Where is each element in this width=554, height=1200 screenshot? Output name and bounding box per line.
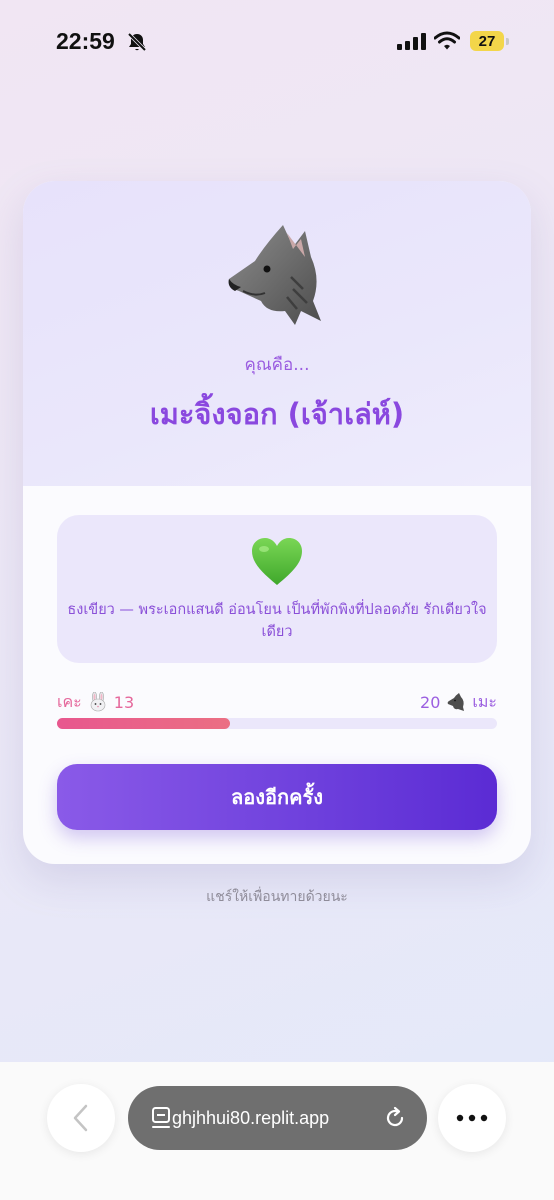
score-uke-label: เคะ — [57, 691, 82, 711]
tabs-icon[interactable] — [150, 1106, 174, 1130]
reload-icon[interactable] — [383, 1106, 407, 1130]
score-uke-value: 13 — [113, 692, 135, 712]
score-progress-fill — [57, 718, 231, 729]
result-intro: คุณคือ... — [244, 355, 310, 375]
browser-toolbar: ghjhhui80.replit.app — [0, 1062, 554, 1200]
more-icon — [456, 1114, 488, 1122]
wifi-icon — [434, 31, 460, 50]
green-heart-icon — [252, 538, 302, 585]
wolf-icon — [228, 225, 321, 325]
share-hint: แชร์ให้เพื่อนทายด้วยนะ — [206, 889, 348, 905]
result-card: คุณคือ... เมะจิ้งจอก (เจ้าเล่ห์) ธงเขียว… — [23, 181, 531, 864]
retry-button[interactable]: ลองอีกครั้ง — [57, 764, 497, 830]
horse-icon — [448, 693, 465, 711]
status-time: 22:59 — [56, 28, 115, 54]
address-bar[interactable]: ghjhhui80.replit.app — [128, 1086, 427, 1150]
score-progress-track — [57, 718, 497, 729]
score-seme-value: 20 — [420, 692, 441, 712]
url-text: ghjhhui80.replit.app — [172, 1108, 330, 1128]
back-button[interactable] — [47, 1084, 115, 1152]
result-title: เมะจิ้งจอก (เจ้าเล่ห์) — [149, 397, 405, 431]
status-bar: 22:59 27 — [0, 0, 554, 84]
score-seme-label: เมะ — [472, 691, 497, 711]
more-button[interactable] — [438, 1084, 506, 1152]
back-chevron-icon — [73, 1104, 88, 1132]
battery-icon: 27 — [470, 31, 504, 51]
battery-level: 27 — [478, 32, 496, 50]
score-seme: 20 เมะ — [420, 690, 497, 714]
bell-muted-icon — [127, 32, 147, 52]
signal-icon — [397, 33, 426, 50]
result-description: ธงเขียว — พระเอกแสนดี อ่อนโยน เป็นที่พัก… — [67, 602, 487, 640]
rabbit-icon — [90, 692, 106, 712]
result-description-box: ธงเขียว — พระเอกแสนดี อ่อนโยน เป็นที่พัก… — [57, 515, 497, 663]
score-uke: เคะ 13 — [57, 690, 134, 714]
battery-nub — [506, 38, 509, 45]
result-header: คุณคือ... เมะจิ้งจอก (เจ้าเล่ห์) — [23, 181, 531, 486]
